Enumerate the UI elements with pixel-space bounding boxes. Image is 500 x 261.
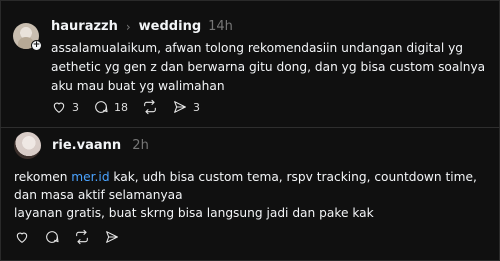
repost-button[interactable]	[142, 99, 158, 115]
heart-icon	[53, 102, 65, 113]
heart-icon	[16, 232, 28, 243]
repost-icon	[76, 229, 88, 245]
plus-icon[interactable]: +	[32, 41, 41, 50]
post-original: + haurazzh › wedding 14h assalamualaikum…	[0, 0, 500, 126]
follow-badge[interactable]: +	[31, 40, 42, 51]
repost-icon	[144, 99, 156, 115]
avatar[interactable]	[14, 132, 41, 159]
comment-icon	[46, 231, 59, 243]
share-button[interactable]	[104, 229, 120, 245]
post-actions: 3 18 3	[51, 99, 214, 115]
post-text: rekomen mer.id kak, udh bisa custom tema…	[14, 168, 484, 222]
text-line: layanan gratis, buat skrng bisa langsung…	[14, 206, 374, 220]
post-text: assalamualaikum, afwan tolong rekomendas…	[51, 41, 486, 93]
like-button[interactable]: 3	[51, 99, 79, 115]
share-count: 3	[193, 100, 200, 114]
repost-button[interactable]	[74, 229, 90, 245]
reply-count: 18	[114, 100, 128, 114]
share-icon	[174, 101, 186, 113]
post-header: haurazzh › wedding 14h	[51, 19, 233, 34]
share-button[interactable]: 3	[172, 99, 200, 115]
link[interactable]: mer.id	[71, 170, 109, 184]
reply-button[interactable]	[44, 229, 60, 245]
timestamp: 2h	[132, 138, 149, 153]
timestamp: 14h	[208, 19, 233, 34]
topic-tag[interactable]: wedding	[139, 19, 201, 34]
post-header: rie.vaann 2h	[52, 138, 149, 153]
username[interactable]: haurazzh	[51, 19, 118, 34]
comment-icon	[95, 101, 108, 113]
share-icon	[106, 231, 118, 243]
text-segment: rekomen	[14, 170, 72, 184]
chevron-right-icon: ›	[125, 19, 131, 34]
divider	[0, 127, 500, 128]
post-actions	[14, 229, 134, 245]
username[interactable]: rie.vaann	[52, 138, 121, 153]
reply-button[interactable]: 18	[93, 99, 128, 115]
like-button[interactable]	[14, 229, 30, 245]
like-count: 3	[72, 100, 79, 114]
